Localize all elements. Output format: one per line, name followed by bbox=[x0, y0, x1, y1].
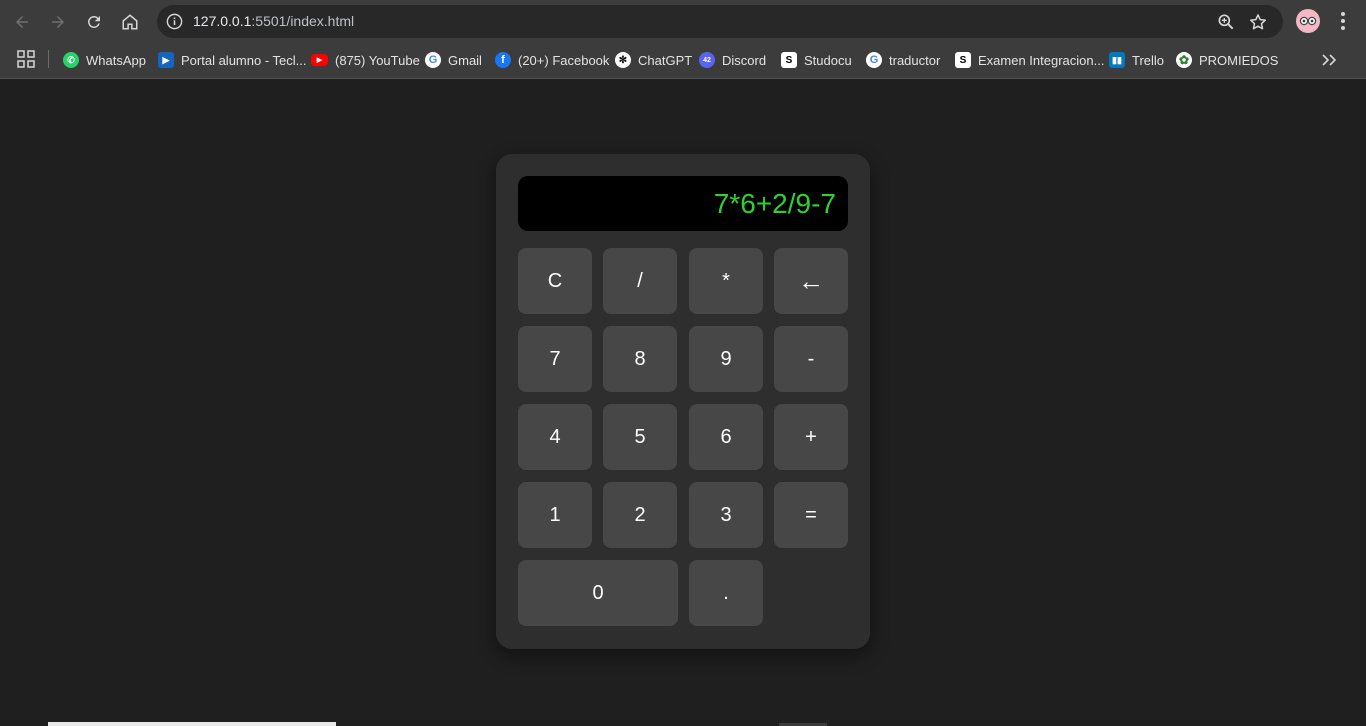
bookmark-discord[interactable]: 42 Discord bbox=[699, 48, 766, 72]
bookmark-trello[interactable]: ▮▮ Trello bbox=[1109, 48, 1164, 72]
bookmark-traductor[interactable]: G traductor bbox=[866, 48, 940, 72]
bookmark-label: WhatsApp bbox=[86, 52, 146, 68]
digit-3-button[interactable]: 3 bbox=[689, 482, 763, 548]
reload-icon bbox=[87, 15, 100, 28]
bookmark-youtube[interactable]: ▶ (875) YouTube bbox=[311, 48, 420, 72]
bookmark-facebook[interactable]: f (20+) Facebook bbox=[495, 48, 609, 72]
bookmark-whatsapp[interactable]: ✆ WhatsApp bbox=[63, 48, 146, 72]
plus-button[interactable]: + bbox=[774, 404, 848, 470]
bookmark-label: Discord bbox=[722, 52, 767, 68]
url-text[interactable]: 127.0.0.1:5501/index.html bbox=[193, 13, 354, 29]
digit-5-button[interactable]: 5 bbox=[603, 404, 677, 470]
more-menu-icon[interactable] bbox=[1333, 10, 1353, 32]
google-icon: G bbox=[866, 52, 882, 68]
bookmark-label: Studocu bbox=[804, 52, 852, 68]
url-host: 127.0.0.1 bbox=[193, 13, 252, 29]
trello-icon: ▮▮ bbox=[1109, 52, 1125, 68]
digit-2-button[interactable]: 2 bbox=[603, 482, 677, 548]
home-icon bbox=[122, 14, 138, 30]
bookmark-studocu[interactable]: S Studocu bbox=[781, 48, 852, 72]
bookmark-chatgpt[interactable]: ✻ ChatGPT bbox=[615, 48, 692, 72]
url-path: :5501/index.html bbox=[251, 13, 355, 29]
bookmark-label: (20+) Facebook bbox=[518, 52, 610, 68]
home-button[interactable] bbox=[117, 9, 143, 35]
bookmark-promiedos[interactable]: ✿ PROMIEDOS bbox=[1176, 48, 1278, 72]
site-info-icon[interactable] bbox=[165, 12, 184, 31]
multiply-button[interactable]: * bbox=[689, 248, 763, 314]
divide-button[interactable]: / bbox=[603, 248, 677, 314]
calculator: 7*6+2/9-7 C / * ← 7 8 9 - 4 5 6 + 1 2 3 … bbox=[496, 154, 870, 649]
bookmark-examen-integracion[interactable]: S Examen Integracion... bbox=[955, 48, 1104, 72]
bookmarks-bar: ✆ WhatsApp ▶ Portal alumno - Tecl... ▶ (… bbox=[0, 42, 1366, 79]
bookmarks-separator bbox=[48, 50, 49, 68]
bookmark-star-icon[interactable] bbox=[1248, 12, 1268, 32]
digit-6-button[interactable]: 6 bbox=[689, 404, 763, 470]
bookmark-label: Gmail bbox=[448, 52, 482, 68]
google-icon: G bbox=[425, 52, 441, 68]
reload-button[interactable] bbox=[81, 9, 107, 35]
equals-button[interactable]: = bbox=[774, 482, 848, 548]
digit-8-button[interactable]: 8 bbox=[603, 326, 677, 392]
whatsapp-icon: ✆ bbox=[63, 52, 79, 68]
back-button[interactable] bbox=[9, 9, 35, 35]
profile-avatar[interactable] bbox=[1296, 9, 1320, 33]
calculator-display: 7*6+2/9-7 bbox=[518, 176, 848, 231]
digit-7-button[interactable]: 7 bbox=[518, 326, 592, 392]
backspace-button[interactable]: ← bbox=[774, 248, 848, 314]
decimal-button[interactable]: . bbox=[689, 560, 763, 626]
zoom-icon[interactable] bbox=[1216, 12, 1236, 32]
digit-0-button[interactable]: 0 bbox=[518, 560, 678, 626]
browser-toolbar: 127.0.0.1:5501/index.html bbox=[0, 0, 1366, 42]
forward-button[interactable] bbox=[45, 9, 71, 35]
digit-4-button[interactable]: 4 bbox=[518, 404, 592, 470]
bookmark-gmail[interactable]: G Gmail bbox=[425, 48, 482, 72]
digit-9-button[interactable]: 9 bbox=[689, 326, 763, 392]
bookmark-label: PROMIEDOS bbox=[1199, 52, 1279, 68]
chatgpt-icon: ✻ bbox=[615, 52, 631, 68]
bookmark-label: traductor bbox=[889, 52, 941, 68]
digit-1-button[interactable]: 1 bbox=[518, 482, 592, 548]
studocu-icon: S bbox=[955, 52, 971, 68]
studocu-icon: S bbox=[781, 52, 797, 68]
facebook-icon: f bbox=[495, 52, 511, 68]
discord-icon: 42 bbox=[699, 52, 715, 68]
portal-icon: ▶ bbox=[158, 52, 174, 68]
youtube-icon: ▶ bbox=[311, 54, 328, 66]
arrow-right-icon bbox=[52, 16, 64, 28]
address-bar[interactable]: 127.0.0.1:5501/index.html bbox=[157, 5, 1283, 38]
glasses-icon bbox=[1299, 16, 1317, 26]
arrow-left-icon bbox=[16, 16, 28, 28]
apps-grid-icon[interactable] bbox=[17, 50, 35, 68]
chevron-double-right-icon[interactable] bbox=[1320, 51, 1338, 69]
bookmark-label: Examen Integracion... bbox=[978, 52, 1105, 68]
bookmark-portal-alumno[interactable]: ▶ Portal alumno - Tecl... bbox=[158, 48, 306, 72]
bookmark-label: ChatGPT bbox=[638, 52, 693, 68]
promiedos-icon: ✿ bbox=[1176, 52, 1192, 68]
bookmark-label: (875) YouTube bbox=[335, 52, 420, 68]
horizontal-scrollbar-thumb[interactable] bbox=[48, 722, 336, 726]
minus-button[interactable]: - bbox=[774, 326, 848, 392]
bookmark-label: Trello bbox=[1132, 52, 1165, 68]
clear-button[interactable]: C bbox=[518, 248, 592, 314]
bookmark-label: Portal alumno - Tecl... bbox=[181, 52, 307, 68]
